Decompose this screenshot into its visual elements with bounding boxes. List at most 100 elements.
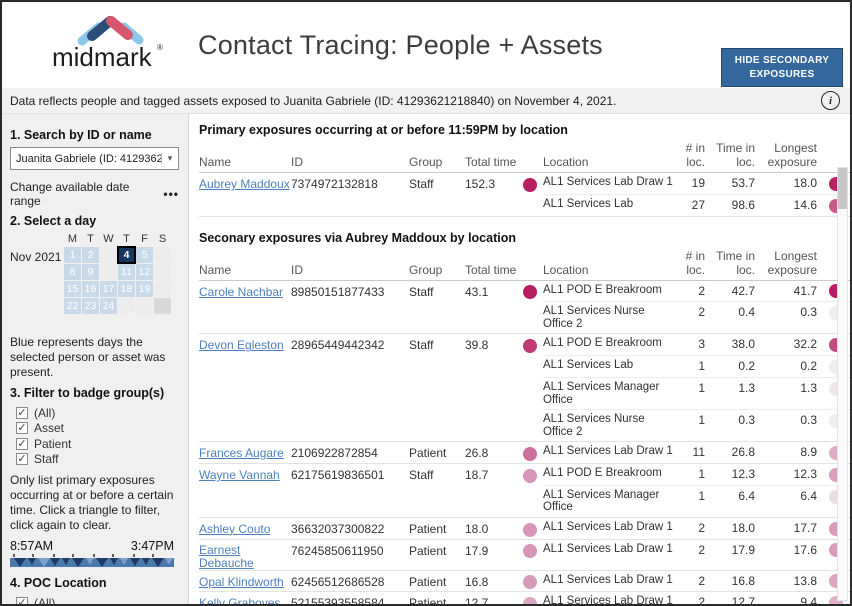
page-title: Contact Tracing: People + Assets [198, 30, 603, 61]
person-search-dropdown[interactable]: Juanita Gabriele (ID: 41293621... ▾ [10, 147, 179, 170]
scrollbar-thumb[interactable] [838, 168, 847, 209]
location-row: AL1 Services Manager Office16.46.4 [543, 486, 850, 517]
location-list: AL1 POD E Breakroom338.032.2AL1 Services… [543, 334, 850, 441]
person-id: 2106922872854 [291, 442, 409, 460]
person-link[interactable]: Aubrey Maddoux [199, 178, 290, 191]
calendar-day[interactable]: 22 [64, 298, 81, 314]
checkbox-all[interactable]: ✓(All) [16, 595, 179, 606]
calendar-note: Blue represents days the selected person… [10, 335, 179, 380]
person-name-cell: Devon Egleston [199, 334, 291, 352]
logo-wordmark: midmark [52, 42, 153, 72]
calendar-day[interactable]: 12 [136, 264, 153, 280]
calendar-day[interactable]: 9 [82, 264, 99, 280]
table-row: Carole Nachbar89850151877433Staff43.1AL1… [199, 281, 850, 335]
person-link[interactable]: Wayne Vannah [199, 469, 280, 482]
time-in-location: 16.8 [709, 574, 759, 588]
time-in-location: 0.4 [709, 305, 759, 319]
calendar-day[interactable]: 1 [64, 247, 81, 263]
checkbox-patient[interactable]: ✓Patient [16, 436, 179, 452]
longest-exposure: 9.4 [759, 595, 821, 604]
calendar-day[interactable]: 8 [64, 264, 81, 280]
info-icon[interactable]: i [821, 91, 840, 110]
calendar-day[interactable] [154, 298, 171, 314]
person-name-cell: Ashley Couto [199, 518, 291, 536]
time-histogram[interactable] [10, 554, 174, 570]
time-in-location: 17.9 [709, 543, 759, 557]
select-day-heading: 2. Select a day [10, 214, 179, 228]
calendar-day[interactable]: 23 [82, 298, 99, 314]
person-group: Patient [409, 571, 465, 589]
calendar-day[interactable]: 18 [118, 281, 135, 297]
person-name-cell: Earnest Debauche [199, 540, 291, 570]
exposure-intensity-dot [523, 339, 537, 353]
more-options-icon[interactable]: ••• [163, 187, 179, 201]
person-total-time: 16.8 [465, 571, 517, 589]
total-dot-cell [517, 540, 543, 559]
column-header: Longest exposure [759, 141, 821, 169]
total-dot-cell [517, 334, 543, 353]
calendar-day[interactable]: 11 [118, 264, 135, 280]
time-in-location: 12.3 [709, 467, 759, 481]
total-dot-cell [517, 592, 543, 604]
person-total-time: 152.3 [465, 173, 517, 191]
calendar-day[interactable]: 15 [64, 281, 81, 297]
location-row: AL1 Services Lab Draw 1218.017.7 [543, 518, 850, 539]
person-link[interactable]: Frances Augare [199, 447, 284, 460]
checkbox-asset[interactable]: ✓Asset [16, 421, 179, 437]
calendar-day[interactable]: 24 [100, 298, 117, 314]
table-row: Devon Egleston28965449442342Staff39.8AL1… [199, 334, 850, 442]
person-link[interactable]: Opal Klindworth [199, 576, 284, 589]
column-header: # in loc. [673, 249, 709, 277]
total-dot-cell [517, 281, 543, 300]
calendar-day[interactable]: 16 [82, 281, 99, 297]
location-list: AL1 Services Lab Draw 1217.917.6 [543, 540, 850, 561]
exposure-intensity-dot [523, 544, 537, 558]
person-total-time: 26.8 [465, 442, 517, 460]
checkbox-all[interactable]: ✓(All) [16, 405, 179, 421]
secondary-table-title: Seconary exposures via Aubrey Maddoux by… [199, 231, 850, 245]
person-total-time: 43.1 [465, 281, 517, 299]
person-link[interactable]: Devon Egleston [199, 339, 284, 352]
count-in-location: 2 [673, 574, 709, 588]
person-link[interactable]: Earnest Debauche [199, 544, 291, 570]
table-scrollbar[interactable] [837, 167, 848, 601]
calendar-day[interactable]: 17 [100, 281, 117, 297]
location-name: AL1 Services Lab Draw 1 [543, 445, 673, 458]
calendar-month-label: Nov 2021 [10, 250, 61, 264]
exposure-intensity-dot [523, 469, 537, 483]
person-link[interactable]: Ashley Couto [199, 523, 270, 536]
checkbox-icon[interactable]: ✓ [16, 438, 28, 450]
person-link[interactable]: Carole Nachbar [199, 286, 283, 299]
table-row: Earnest Debauche76245850611950Patient17.… [199, 540, 850, 571]
calendar-day[interactable]: 2 [82, 247, 99, 263]
calendar-day[interactable]: 5 [136, 247, 153, 263]
checkbox-icon[interactable]: ✓ [16, 407, 28, 419]
time-in-location: 18.0 [709, 521, 759, 535]
location-list: AL1 POD E Breakroom112.312.3AL1 Services… [543, 464, 850, 517]
checkbox-icon[interactable]: ✓ [16, 597, 28, 606]
total-dot-cell [517, 518, 543, 537]
checkbox-icon[interactable]: ✓ [16, 422, 28, 434]
exposure-intensity-dot [523, 575, 537, 589]
table-row: Kelly Graboyes52155393558584Patient12.7A… [199, 592, 850, 604]
column-header: Total time [465, 155, 517, 169]
location-name: AL1 Services Nurse Office 2 [543, 305, 673, 330]
calendar-day [154, 281, 171, 297]
column-header: ID [291, 155, 409, 169]
person-link[interactable]: Kelly Graboyes [199, 597, 280, 604]
weekday-label: T [118, 233, 135, 246]
checkbox-icon[interactable]: ✓ [16, 453, 28, 465]
column-header: Name [199, 155, 291, 169]
count-in-location: 1 [673, 413, 709, 427]
calendar-day[interactable]: 19 [136, 281, 153, 297]
location-list: AL1 Services Lab Draw 1212.79.4 [543, 592, 850, 604]
checkbox-staff[interactable]: ✓Staff [16, 452, 179, 468]
hide-secondary-exposures-button[interactable]: HIDE SECONDARY EXPOSURES [721, 48, 843, 87]
longest-exposure: 8.9 [759, 445, 821, 459]
midmark-logo: midmark ® [40, 14, 180, 74]
person-total-time: 18.0 [465, 518, 517, 536]
calendar-day-selected[interactable]: 4 [118, 247, 135, 263]
column-header: Location [543, 263, 673, 277]
person-id: 89850151877433 [291, 281, 409, 299]
count-in-location: 1 [673, 467, 709, 481]
